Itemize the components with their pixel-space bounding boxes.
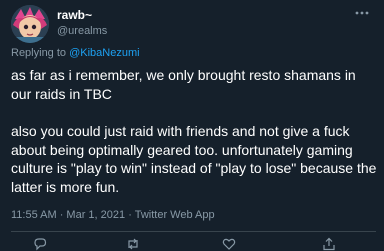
more-icon[interactable] — [354, 6, 370, 23]
reply-prefix: Replying to — [11, 47, 67, 59]
reply-icon[interactable] — [33, 237, 47, 251]
divider — [11, 231, 376, 232]
reply-mention-link[interactable]: @KibaNezumi — [69, 47, 139, 59]
avatar[interactable] — [11, 5, 49, 43]
like-icon[interactable] — [222, 237, 236, 251]
tweet-body: as far as i remember, we only brought re… — [11, 66, 379, 196]
tweet-timestamp[interactable]: 11:55 AM · Mar 1, 2021 · Twitter Web App — [11, 209, 215, 221]
tweet-paragraph: also you could just raid with friends an… — [11, 123, 377, 195]
share-icon[interactable] — [322, 237, 336, 251]
action-bar — [0, 237, 384, 251]
reply-context: Replying to @KibaNezumi — [11, 47, 140, 59]
tweet-paragraph: as far as i remember, we only brought re… — [11, 67, 356, 102]
user-handle[interactable]: @urealms — [57, 25, 107, 37]
display-name[interactable]: rawb~ — [57, 8, 92, 22]
retweet-icon[interactable] — [126, 237, 140, 251]
